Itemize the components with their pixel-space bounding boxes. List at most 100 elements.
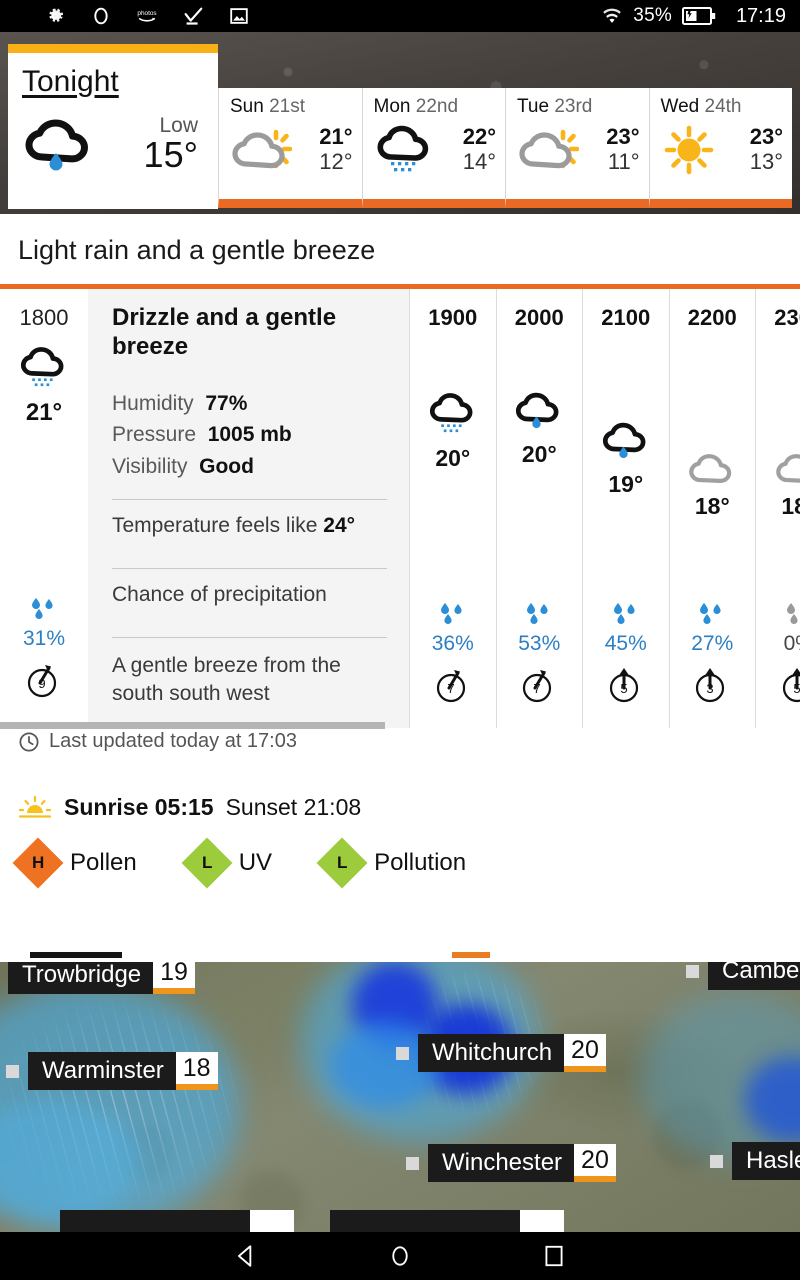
hour-temp: 18° [781,493,800,519]
visibility-row: Visibility Good [112,455,254,479]
svg-text:photos: photos [137,10,156,17]
svg-text:7: 7 [534,681,541,696]
map-place-marker [686,964,699,978]
hour-precip-wind-block: 45% 5 [583,601,669,706]
cloud-with-raindrop-icon [25,119,88,171]
hour-precip-value: 53% [518,632,561,655]
map-upper-edge [0,952,800,962]
map-place-marker [396,1046,409,1060]
feels-like-row: Temperature feels like 24° [112,514,356,538]
hourly-scrollbar-thumb[interactable] [0,722,385,729]
alexa-icon [94,7,108,25]
tab-day-tue[interactable]: Tue 23rd 23° 11° [505,88,649,208]
sunrise-label: Sunrise 05:15 [64,794,214,820]
wind-direction-icon: 3 [696,668,725,703]
svg-text:5: 5 [620,681,627,696]
cloud-with-drizzle-icon [429,393,473,433]
hour-precip-wind-block: 27% 3 [670,601,756,706]
wind-direction-icon: 9 [27,665,57,698]
tab-day-sun[interactable]: Sun 21st 21° 12° [218,88,362,208]
uv-label: UV [238,849,273,876]
hour-column-2200[interactable]: 2200 18° 27% 3 [668,289,756,728]
map-place-temp: 20 [564,1034,606,1072]
tonight-low-block: Low 15° [144,115,204,174]
map-place-marker [406,1156,419,1170]
hourly-scrollbar[interactable] [0,722,800,729]
status-notification-icons: photos [44,5,250,27]
svg-text:3: 3 [707,681,714,696]
index-pollen[interactable]: H Pollen [12,837,137,889]
hour-column-2000[interactable]: 2000 20° 53% 7 [495,289,583,728]
recents-icon[interactable] [541,1243,567,1269]
hour-time: 2000 [514,305,564,330]
pollen-level-diamond: H [12,837,64,889]
tab-tonight[interactable]: Tonight Low 15° [8,44,218,209]
rainfall-map[interactable]: Weather key Trowbridge 19 Warminster 18 … [0,952,800,1237]
map-label-warminster[interactable]: Warminster 18 [6,1052,218,1090]
map-label-haslemere[interactable]: Haslemere [710,1142,800,1180]
environment-indices: H Pollen L UV L Pollution [12,837,518,889]
back-icon[interactable] [233,1243,259,1269]
weather-app-screen: photos 35% 17:19 Tonight Low 15° Sun 21s… [0,0,800,1280]
hour-column-2100[interactable]: 2100 19° 45% 5 [582,289,669,728]
hour-precip-block: 31% 9 [23,596,65,706]
sunrise-sunset-row: Sunrise 05:15 Sunset 21:08 [18,794,361,821]
wind-direction-icon: 7 [523,670,552,703]
sun-behind-cloud-icon [519,129,579,169]
tonight-low-value: 15° [143,133,198,175]
raindrops-icon [527,603,548,624]
wind-description-row: A gentle breeze from the south south wes… [112,654,341,705]
wind-direction-icon: 7 [436,670,465,703]
last-updated-row: Last updated today at 17:03 [18,730,297,753]
hour-temp: 20° [435,445,471,471]
amazon-photos-icon: photos [137,10,157,22]
last-updated-text: Last updated today at 17:03 [49,730,297,752]
battery-charging-icon [681,7,716,25]
hour-temp: 21° [25,399,63,426]
tab-day-wed[interactable]: Wed 24th 23° 13° [648,88,792,208]
cloud-grey-icon [689,454,732,483]
tonight-low-label: Low [159,113,198,137]
android-nav-bar [0,1232,800,1280]
hour-temp: 19° [608,471,644,497]
uv-level-diamond: L [181,837,233,889]
battery-percent-label: 35% [633,5,672,26]
picture-icon [230,8,248,24]
map-place-name: Warminster [28,1052,176,1090]
forecast-headline: Light rain and a gentle breeze [18,234,376,265]
hour-precip-value: 36% [431,632,474,655]
wind-direction-icon: 5 [609,668,638,703]
hourly-forecast-strip[interactable]: 1800 21° 31% 9 Drizzle and a gentle bree… [0,284,800,728]
map-place-name: Haslemere [732,1142,800,1180]
hour-time: 1900 [428,305,478,330]
map-label-whitchurch[interactable]: Whitchurch 20 [396,1034,606,1072]
tab-day-mon[interactable]: Mon 22nd 22° 14° [361,88,505,208]
svg-text:5: 5 [793,681,800,696]
day-low: 14° [462,149,496,174]
day-high: 22° [462,124,496,150]
hour-precip-wind-block: 0% 5 [756,601,800,706]
raindrops-icon [32,598,53,619]
wind-direction-icon: 5 [782,668,800,703]
hour-time: 2200 [687,305,737,330]
hour-detail-summary: 1800 21° 31% 9 [0,289,88,728]
hour-wind-block: 9 [23,659,65,706]
hour-precip-value: 31% [22,627,66,650]
cloud-grey-icon [775,454,800,483]
status-system-icons: 35% 17:19 [601,5,786,28]
hour-time: 1800 [19,305,69,330]
index-pollution[interactable]: L Pollution [316,837,466,889]
home-icon[interactable] [387,1243,413,1269]
day-low: 12° [319,149,353,174]
hour-column-1900[interactable]: 1900 20° 36% 7 [409,289,496,728]
map-place-marker [6,1064,19,1078]
index-uv[interactable]: L UV [181,837,273,889]
day-high: 21° [319,124,353,150]
gear-icon [49,8,64,22]
map-place-temp: 18 [175,1052,218,1090]
map-edge-dark [30,952,122,958]
map-label-winchester[interactable]: Winchester 20 [406,1144,616,1182]
hour-precip-wind-block: 53% 7 [497,601,583,706]
hour-column-2300[interactable]: 2300 18° 0% [755,289,800,728]
hour-temp: 18° [694,493,730,519]
